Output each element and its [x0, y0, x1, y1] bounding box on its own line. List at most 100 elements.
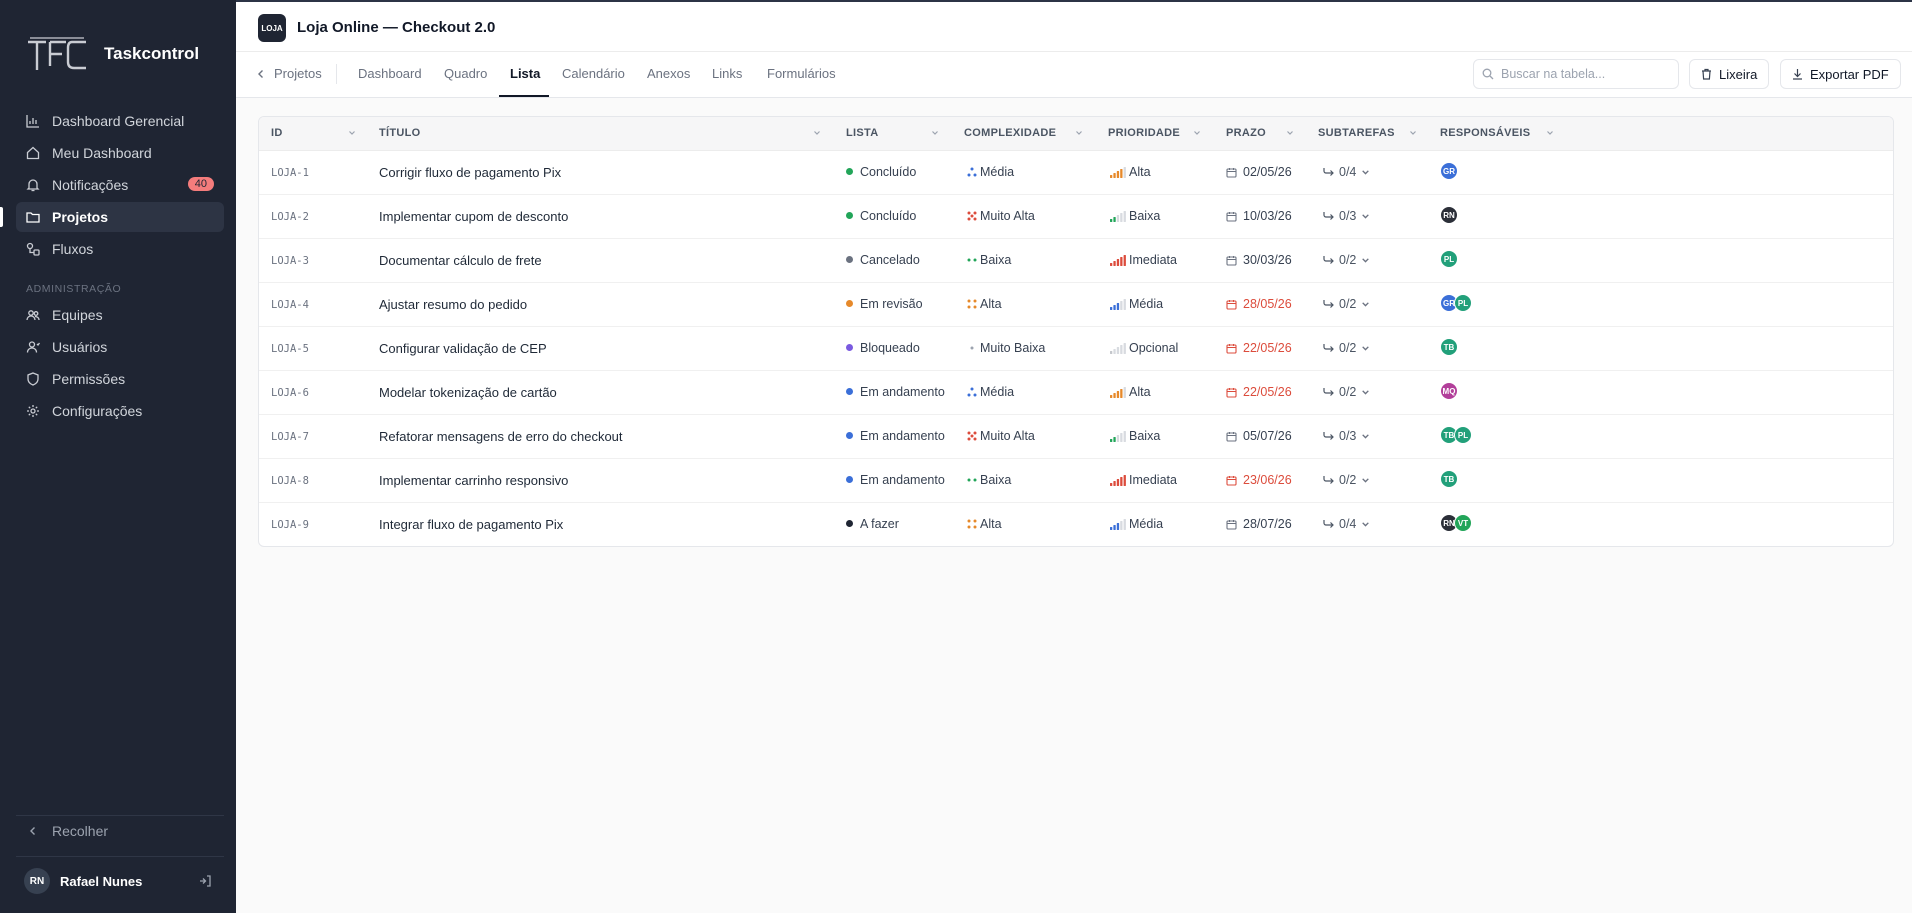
chevron-down-icon[interactable]	[1546, 129, 1554, 137]
subtasks-cell[interactable]: 0/2	[1323, 341, 1374, 355]
avatar[interactable]: MQ	[1440, 382, 1458, 400]
table-row[interactable]: LOJA-6 Modelar tokenização de cartão Em …	[259, 371, 1893, 415]
status-cell[interactable]: Concluído	[846, 209, 916, 223]
logout-icon[interactable]	[198, 874, 212, 888]
sidebar-item-meu-dashboard[interactable]: Meu Dashboard	[16, 138, 224, 168]
chevron-down-icon[interactable]	[1361, 300, 1370, 309]
column-header-titulo[interactable]: TÍTULO	[379, 127, 421, 139]
chevron-down-icon[interactable]	[1286, 129, 1294, 137]
assignees-cell[interactable]: GR	[1440, 162, 1458, 180]
assignees-cell[interactable]: TB PL	[1440, 426, 1472, 444]
table-row[interactable]: LOJA-5 Configurar validação de CEP Bloqu…	[259, 327, 1893, 371]
column-header-prioridade[interactable]: PRIORIDADE	[1108, 127, 1180, 139]
avatar[interactable]: TB	[1440, 338, 1458, 356]
chevron-down-icon[interactable]	[1361, 256, 1370, 265]
chevron-down-icon[interactable]	[1361, 476, 1370, 485]
table-row[interactable]: LOJA-7 Refatorar mensagens de erro do ch…	[259, 415, 1893, 459]
priority-cell[interactable]: Imediata	[1110, 253, 1177, 267]
subtasks-cell[interactable]: 0/3	[1323, 429, 1374, 443]
tab-calendario[interactable]: Calendário	[562, 66, 625, 81]
tab-dashboard[interactable]: Dashboard	[358, 66, 422, 81]
due-date-cell[interactable]: 30/03/26	[1226, 253, 1292, 267]
subtasks-cell[interactable]: 0/2	[1323, 297, 1374, 311]
task-id[interactable]: LOJA-5	[271, 343, 309, 355]
due-date-cell[interactable]: 22/05/26	[1226, 385, 1292, 399]
task-title[interactable]: Corrigir fluxo de pagamento Pix	[379, 165, 561, 180]
sidebar-item-equipes[interactable]: Equipes	[16, 300, 224, 330]
due-date-cell[interactable]: 10/03/26	[1226, 209, 1292, 223]
task-id[interactable]: LOJA-7	[271, 431, 309, 443]
priority-cell[interactable]: Baixa	[1110, 429, 1160, 443]
task-title[interactable]: Documentar cálculo de frete	[379, 253, 542, 268]
due-date-cell[interactable]: 28/05/26	[1226, 297, 1292, 311]
current-user[interactable]: RN Rafael Nunes	[24, 868, 212, 894]
subtasks-cell[interactable]: 0/2	[1323, 385, 1374, 399]
trash-button[interactable]: Lixeira	[1689, 59, 1770, 89]
subtasks-cell[interactable]: 0/3	[1323, 209, 1374, 223]
task-id[interactable]: LOJA-2	[271, 211, 309, 223]
complexity-cell[interactable]: Alta	[967, 517, 1002, 531]
complexity-cell[interactable]: Média	[967, 165, 1014, 179]
task-id[interactable]: LOJA-6	[271, 387, 309, 399]
complexity-cell[interactable]: Baixa	[967, 473, 1011, 487]
priority-cell[interactable]: Imediata	[1110, 473, 1177, 487]
task-id[interactable]: LOJA-4	[271, 299, 309, 311]
priority-cell[interactable]: Média	[1110, 517, 1163, 531]
back-to-projects-link[interactable]: Projetos	[256, 66, 322, 81]
status-cell[interactable]: Em andamento	[846, 473, 945, 487]
tab-links[interactable]: Links	[712, 66, 742, 81]
complexity-cell[interactable]: Muito Baixa	[967, 341, 1045, 355]
sidebar-item-usuarios[interactable]: Usuários	[16, 332, 224, 362]
task-id[interactable]: LOJA-3	[271, 255, 309, 267]
assignees-cell[interactable]: GR PL	[1440, 294, 1472, 312]
avatar[interactable]: RN	[1440, 206, 1458, 224]
complexity-cell[interactable]: Alta	[967, 297, 1002, 311]
chevron-down-icon[interactable]	[1075, 129, 1083, 137]
tab-formularios[interactable]: Formulários	[767, 66, 836, 81]
column-header-responsaveis[interactable]: RESPONSÁVEIS	[1440, 127, 1530, 139]
table-row[interactable]: LOJA-8 Implementar carrinho responsivo E…	[259, 459, 1893, 503]
status-cell[interactable]: Em revisão	[846, 297, 923, 311]
due-date-cell[interactable]: 22/05/26	[1226, 341, 1292, 355]
chevron-down-icon[interactable]	[348, 129, 356, 137]
chevron-down-icon[interactable]	[1361, 388, 1370, 397]
complexity-cell[interactable]: Baixa	[967, 253, 1011, 267]
sidebar-item-permissoes[interactable]: Permissões	[16, 364, 224, 394]
task-title[interactable]: Implementar cupom de desconto	[379, 209, 568, 224]
avatar[interactable]: GR	[1440, 162, 1458, 180]
status-cell[interactable]: Concluído	[846, 165, 916, 179]
subtasks-cell[interactable]: 0/4	[1323, 517, 1374, 531]
sidebar-item-projetos[interactable]: Projetos	[16, 202, 224, 232]
due-date-cell[interactable]: 23/06/26	[1226, 473, 1292, 487]
complexity-cell[interactable]: Muito Alta	[967, 209, 1035, 223]
priority-cell[interactable]: Opcional	[1110, 341, 1178, 355]
task-title[interactable]: Configurar validação de CEP	[379, 341, 547, 356]
sidebar-item-dashboard-gerencial[interactable]: Dashboard Gerencial	[16, 106, 224, 136]
avatar[interactable]: PL	[1440, 250, 1458, 268]
status-cell[interactable]: Cancelado	[846, 253, 920, 267]
task-title[interactable]: Integrar fluxo de pagamento Pix	[379, 517, 563, 532]
assignees-cell[interactable]: MQ	[1440, 382, 1458, 400]
column-header-lista[interactable]: LISTA	[846, 127, 878, 139]
chevron-down-icon[interactable]	[813, 129, 821, 137]
sidebar-item-fluxos[interactable]: Fluxos	[16, 234, 224, 264]
due-date-cell[interactable]: 28/07/26	[1226, 517, 1292, 531]
task-title[interactable]: Refatorar mensagens de erro do checkout	[379, 429, 623, 444]
task-title[interactable]: Ajustar resumo do pedido	[379, 297, 527, 312]
column-header-complexidade[interactable]: COMPLEXIDADE	[964, 127, 1056, 139]
complexity-cell[interactable]: Média	[967, 385, 1014, 399]
chevron-down-icon[interactable]	[1361, 212, 1370, 221]
due-date-cell[interactable]: 05/07/26	[1226, 429, 1292, 443]
subtasks-cell[interactable]: 0/2	[1323, 473, 1374, 487]
export-pdf-button[interactable]: Exportar PDF	[1780, 59, 1901, 89]
avatar[interactable]: VT	[1454, 514, 1472, 532]
priority-cell[interactable]: Alta	[1110, 165, 1151, 179]
assignees-cell[interactable]: RN	[1440, 206, 1458, 224]
chevron-down-icon[interactable]	[1361, 168, 1370, 177]
status-cell[interactable]: Em andamento	[846, 385, 945, 399]
table-row[interactable]: LOJA-2 Implementar cupom de desconto Con…	[259, 195, 1893, 239]
task-title[interactable]: Implementar carrinho responsivo	[379, 473, 568, 488]
table-row[interactable]: LOJA-9 Integrar fluxo de pagamento Pix A…	[259, 503, 1893, 546]
assignees-cell[interactable]: TB	[1440, 470, 1458, 488]
chevron-down-icon[interactable]	[1361, 520, 1370, 529]
